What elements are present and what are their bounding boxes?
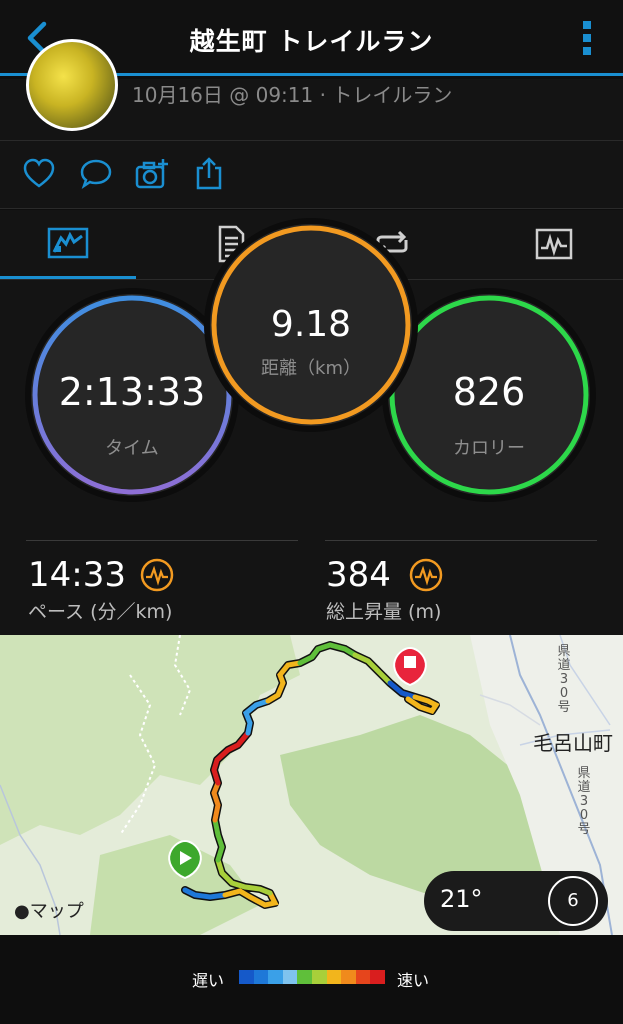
time-label: タイム — [105, 438, 159, 459]
heart-icon[interactable] — [22, 157, 56, 191]
road-label: 県 道 3 0 号 — [557, 644, 571, 715]
pace-chart-icon[interactable] — [140, 558, 174, 592]
legend-swatch — [297, 970, 312, 984]
distance-value: 9.18 — [270, 304, 352, 345]
more-menu-icon[interactable] — [581, 20, 593, 56]
wind-speed: 6 — [567, 890, 579, 911]
finish-pin-icon — [393, 646, 427, 687]
time-value: 2:13:33 — [58, 370, 206, 414]
comment-icon[interactable] — [79, 157, 113, 191]
add-photo-icon[interactable] — [135, 157, 169, 191]
divider — [26, 540, 298, 541]
ascent-chart-icon[interactable] — [409, 558, 443, 592]
pace-legend: 遅い 速い — [0, 935, 623, 1024]
map-provider-logo: ●マップ — [14, 901, 84, 922]
calories-value: 826 — [452, 370, 526, 414]
legend-swatch — [370, 970, 385, 984]
calories-ring: 826 カロリー — [388, 294, 590, 496]
town-label: 毛呂山町 — [533, 731, 613, 755]
legend-swatch — [282, 970, 298, 984]
pace-label: ペース (分／km) — [28, 601, 173, 623]
distance-ring: 9.18 距離（km） — [210, 224, 412, 426]
legend-swatch — [253, 970, 269, 984]
weather-badge[interactable]: 21° 6 — [424, 871, 608, 931]
route-map[interactable]: 県 道 3 0 号 毛呂山町 県 道 3 0 号 ●マップ 21° 6 — [0, 635, 623, 935]
legend-swatch — [268, 970, 283, 984]
legend-swatch — [239, 970, 254, 984]
time-ring: 2:13:33 タイム — [31, 294, 233, 496]
pace-value: 14:33 — [28, 555, 126, 595]
tab-graphs-icon[interactable] — [532, 224, 576, 264]
legend-slow-label: 遅い — [192, 971, 225, 990]
pace-metric: 14:33 ペース (分／km) — [28, 555, 174, 624]
tab-overview-icon[interactable] — [46, 224, 90, 264]
activity-datetime: 10月16日 @ 09:11 · トレイルラン — [132, 83, 453, 107]
avatar[interactable] — [26, 39, 118, 131]
ascent-value: 384 — [326, 555, 391, 595]
share-icon[interactable] — [192, 157, 226, 191]
divider — [325, 540, 597, 541]
legend-swatch — [326, 970, 342, 984]
apple-logo-icon: ● — [14, 901, 30, 922]
ascent-metric: 384 総上昇量 (m) — [326, 555, 443, 624]
legend-swatch — [355, 970, 371, 984]
legend-color-scale — [239, 970, 385, 984]
legend-swatch — [341, 970, 356, 984]
distance-label: 距離（km） — [261, 358, 361, 379]
road-label: 県 道 3 0 号 — [577, 766, 591, 837]
tab-active-indicator — [0, 276, 136, 279]
ascent-label: 総上昇量 (m) — [326, 601, 442, 623]
activity-info: 10月16日 @ 09:11 · トレイルラン — [0, 39, 623, 140]
calories-label: カロリー — [453, 438, 525, 459]
legend-swatch — [311, 970, 327, 984]
temperature: 21° — [440, 885, 483, 913]
wind-icon: 6 — [548, 876, 598, 926]
action-bar — [0, 140, 623, 209]
legend-fast-label: 速い — [397, 971, 430, 990]
